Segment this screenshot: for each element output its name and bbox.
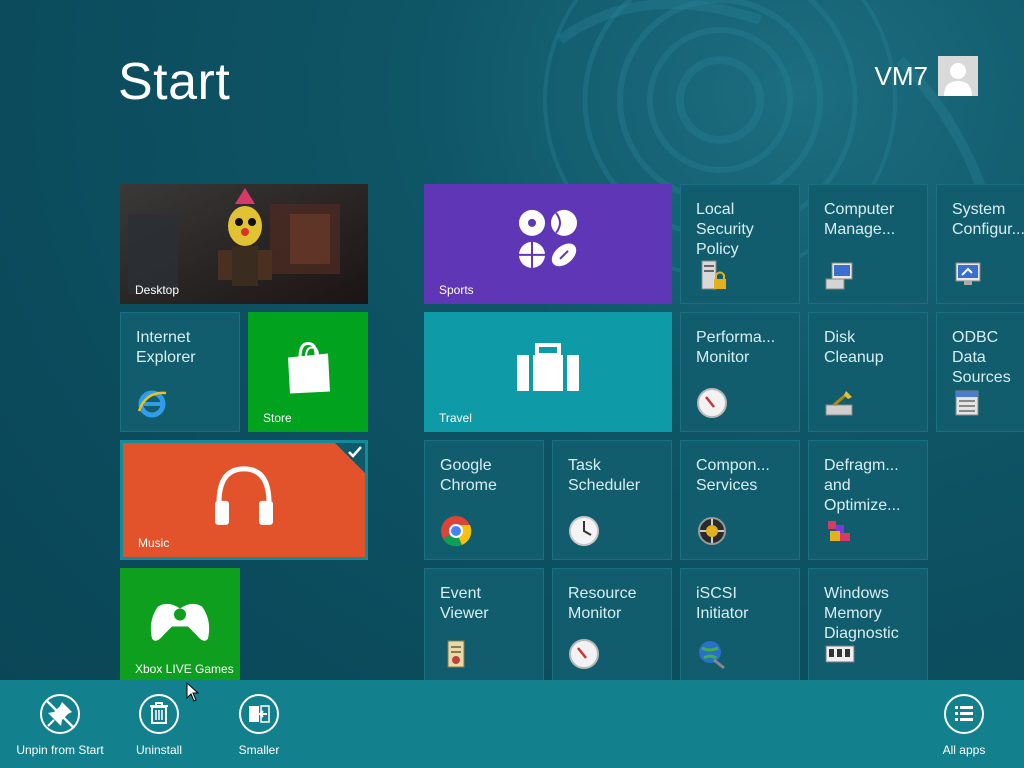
tile-title: Resource Monitor xyxy=(568,585,637,622)
button-label: Smaller xyxy=(238,743,280,757)
tile-title: Disk Cleanup xyxy=(824,329,884,366)
globe-network-icon xyxy=(699,641,725,670)
user-account[interactable]: VM7 xyxy=(875,56,978,96)
tile-store[interactable]: Store xyxy=(248,312,368,432)
app-bar: Unpin from Start Uninstall Smaller All a… xyxy=(0,680,1024,768)
memory-chip-icon xyxy=(825,645,855,663)
tile-music[interactable]: Music xyxy=(120,440,368,560)
gauge-icon xyxy=(697,388,727,418)
chrome-icon xyxy=(441,516,472,547)
tile-local-security-policy[interactable]: Local Security Policy xyxy=(680,184,800,304)
tile-computer-management[interactable]: Computer Manage... xyxy=(808,184,928,304)
tile-google-chrome[interactable]: Google Chrome xyxy=(424,440,544,560)
tile-label: Music xyxy=(138,536,170,550)
tile-title: iSCSI Initiator xyxy=(696,585,749,622)
tile-event-viewer[interactable]: Event Viewer xyxy=(424,568,544,683)
defrag-icon xyxy=(828,521,850,541)
tile-label: Xbox LIVE Games xyxy=(135,662,234,676)
tile-title: ODBC Data Sources xyxy=(952,329,1011,386)
tile-component-services[interactable]: Compon... Services xyxy=(680,440,800,560)
clock-icon xyxy=(569,516,599,546)
disk-cleanup-icon xyxy=(825,391,853,416)
tile-title: Performa... Monitor xyxy=(696,329,776,366)
tile-title: Internet Explorer xyxy=(136,329,196,366)
button-label: Unpin from Start xyxy=(16,743,104,757)
internet-explorer-icon xyxy=(137,390,167,418)
tile-disk-cleanup[interactable]: Disk Cleanup xyxy=(808,312,928,432)
sports-balls-icon xyxy=(519,209,577,268)
component-services-icon xyxy=(698,517,726,545)
unpin-icon xyxy=(40,694,80,734)
tile-xbox-live-games[interactable]: Xbox LIVE Games xyxy=(120,568,240,683)
tile-windows-memory-diagnostic[interactable]: Windows Memory Diagnostic xyxy=(808,568,928,683)
unpin-from-start-button[interactable]: Unpin from Start xyxy=(5,694,115,757)
tile-label: Travel xyxy=(439,411,472,425)
tile-iscsi-initiator[interactable]: iSCSI Initiator xyxy=(680,568,800,683)
computer-management-icon xyxy=(825,262,853,290)
tile-label: Store xyxy=(263,411,292,425)
tile-internet-explorer[interactable]: Internet Explorer xyxy=(120,312,240,432)
all-apps-button[interactable]: All apps xyxy=(909,694,1019,757)
tile-title: Event Viewer xyxy=(440,585,489,622)
database-icon xyxy=(955,390,979,416)
tile-title: Local Security Policy xyxy=(696,201,754,258)
tile-label: Desktop xyxy=(135,283,180,297)
tile-odbc-data-sources[interactable]: ODBC Data Sources xyxy=(936,312,1024,432)
resize-smaller-icon xyxy=(239,694,279,734)
tile-title: System Configur... xyxy=(952,201,1024,238)
user-name: VM7 xyxy=(874,60,928,91)
avatar[interactable] xyxy=(938,56,978,96)
tile-sports[interactable]: Sports xyxy=(424,184,672,304)
server-lock-icon xyxy=(701,260,726,290)
smaller-button[interactable]: Smaller xyxy=(204,694,314,757)
gauge-icon xyxy=(569,639,599,669)
tile-label: Sports xyxy=(439,283,474,297)
page-title: Start xyxy=(118,53,231,111)
trash-icon xyxy=(139,694,179,734)
tile-desktop[interactable]: Desktop xyxy=(120,184,368,304)
tile-title: Compon... Services xyxy=(696,457,770,494)
tile-resource-monitor[interactable]: Resource Monitor xyxy=(552,568,672,683)
suitcase-icon xyxy=(517,343,579,391)
system-configuration-icon xyxy=(955,262,981,285)
uninstall-button[interactable]: Uninstall xyxy=(104,694,214,757)
headphones-icon xyxy=(215,466,273,525)
shopping-bag-icon xyxy=(288,342,330,394)
event-viewer-icon xyxy=(447,640,465,668)
tile-task-scheduler[interactable]: Task Scheduler xyxy=(552,440,672,560)
button-label: All apps xyxy=(942,743,986,757)
tile-defragment-optimize[interactable]: Defragm... and Optimize... xyxy=(808,440,928,560)
all-apps-icon xyxy=(944,694,984,734)
tile-title: Defragm... and Optimize... xyxy=(824,457,901,514)
tile-performance-monitor[interactable]: Performa... Monitor xyxy=(680,312,800,432)
mouse-cursor-icon xyxy=(186,682,200,702)
tile-travel[interactable]: Travel xyxy=(424,312,672,432)
game-controller-icon xyxy=(150,603,210,641)
user-icon xyxy=(938,56,978,96)
checkmark-icon xyxy=(348,446,362,458)
button-label: Uninstall xyxy=(135,743,183,757)
tile-title: Computer Manage... xyxy=(824,201,896,238)
tile-title: Google Chrome xyxy=(440,457,497,494)
tile-title: Task Scheduler xyxy=(568,457,641,494)
tile-system-configuration[interactable]: System Configur... xyxy=(936,184,1024,304)
tile-title: Windows Memory Diagnostic xyxy=(824,585,899,642)
